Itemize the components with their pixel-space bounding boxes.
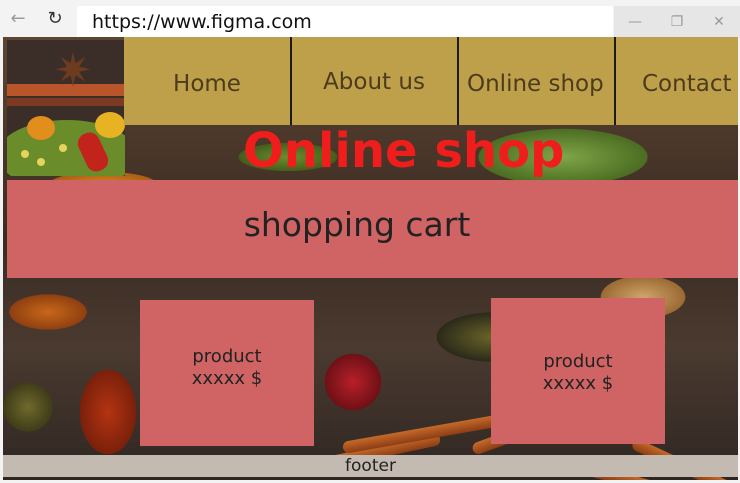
nav-item-about[interactable]: About us	[292, 37, 456, 125]
window-controls: — ❐ ✕	[614, 6, 740, 38]
product-price: xxxxx $	[542, 373, 614, 394]
star-anise-icon: ✷	[53, 43, 93, 97]
minimize-icon[interactable]: —	[614, 6, 656, 38]
nav-item-contact[interactable]: Contact	[616, 37, 738, 125]
back-arrow-icon[interactable]: ←	[7, 8, 29, 30]
spice-logo-icon[interactable]: ✷	[7, 40, 125, 176]
main-nav: Home About us Online shop Contact	[124, 37, 738, 125]
nav-item-online-shop[interactable]: Online shop	[459, 37, 614, 125]
browser-toolbar: ← ↻ https://www.figma.com — ❐ ✕	[0, 0, 740, 38]
cart-banner: shopping cart	[7, 180, 738, 278]
product-card[interactable]: product xxxxx $	[491, 298, 665, 444]
product-card[interactable]: product xxxxx $	[140, 300, 314, 446]
page-viewport: ✷ Home About us Online shop Contact Onli…	[3, 37, 738, 480]
reload-icon[interactable]: ↻	[44, 8, 66, 30]
product-price: xxxxx $	[191, 368, 263, 389]
page-title: Online shop	[243, 123, 565, 179]
address-bar[interactable]: https://www.figma.com	[77, 6, 613, 38]
maximize-icon[interactable]: ❐	[656, 6, 698, 38]
close-icon[interactable]: ✕	[698, 6, 740, 38]
cart-title: shopping cart	[243, 205, 471, 244]
product-name: product	[192, 346, 262, 367]
nav-item-home[interactable]: Home	[124, 37, 290, 125]
page-footer: footer	[3, 455, 738, 477]
product-name: product	[543, 351, 613, 372]
